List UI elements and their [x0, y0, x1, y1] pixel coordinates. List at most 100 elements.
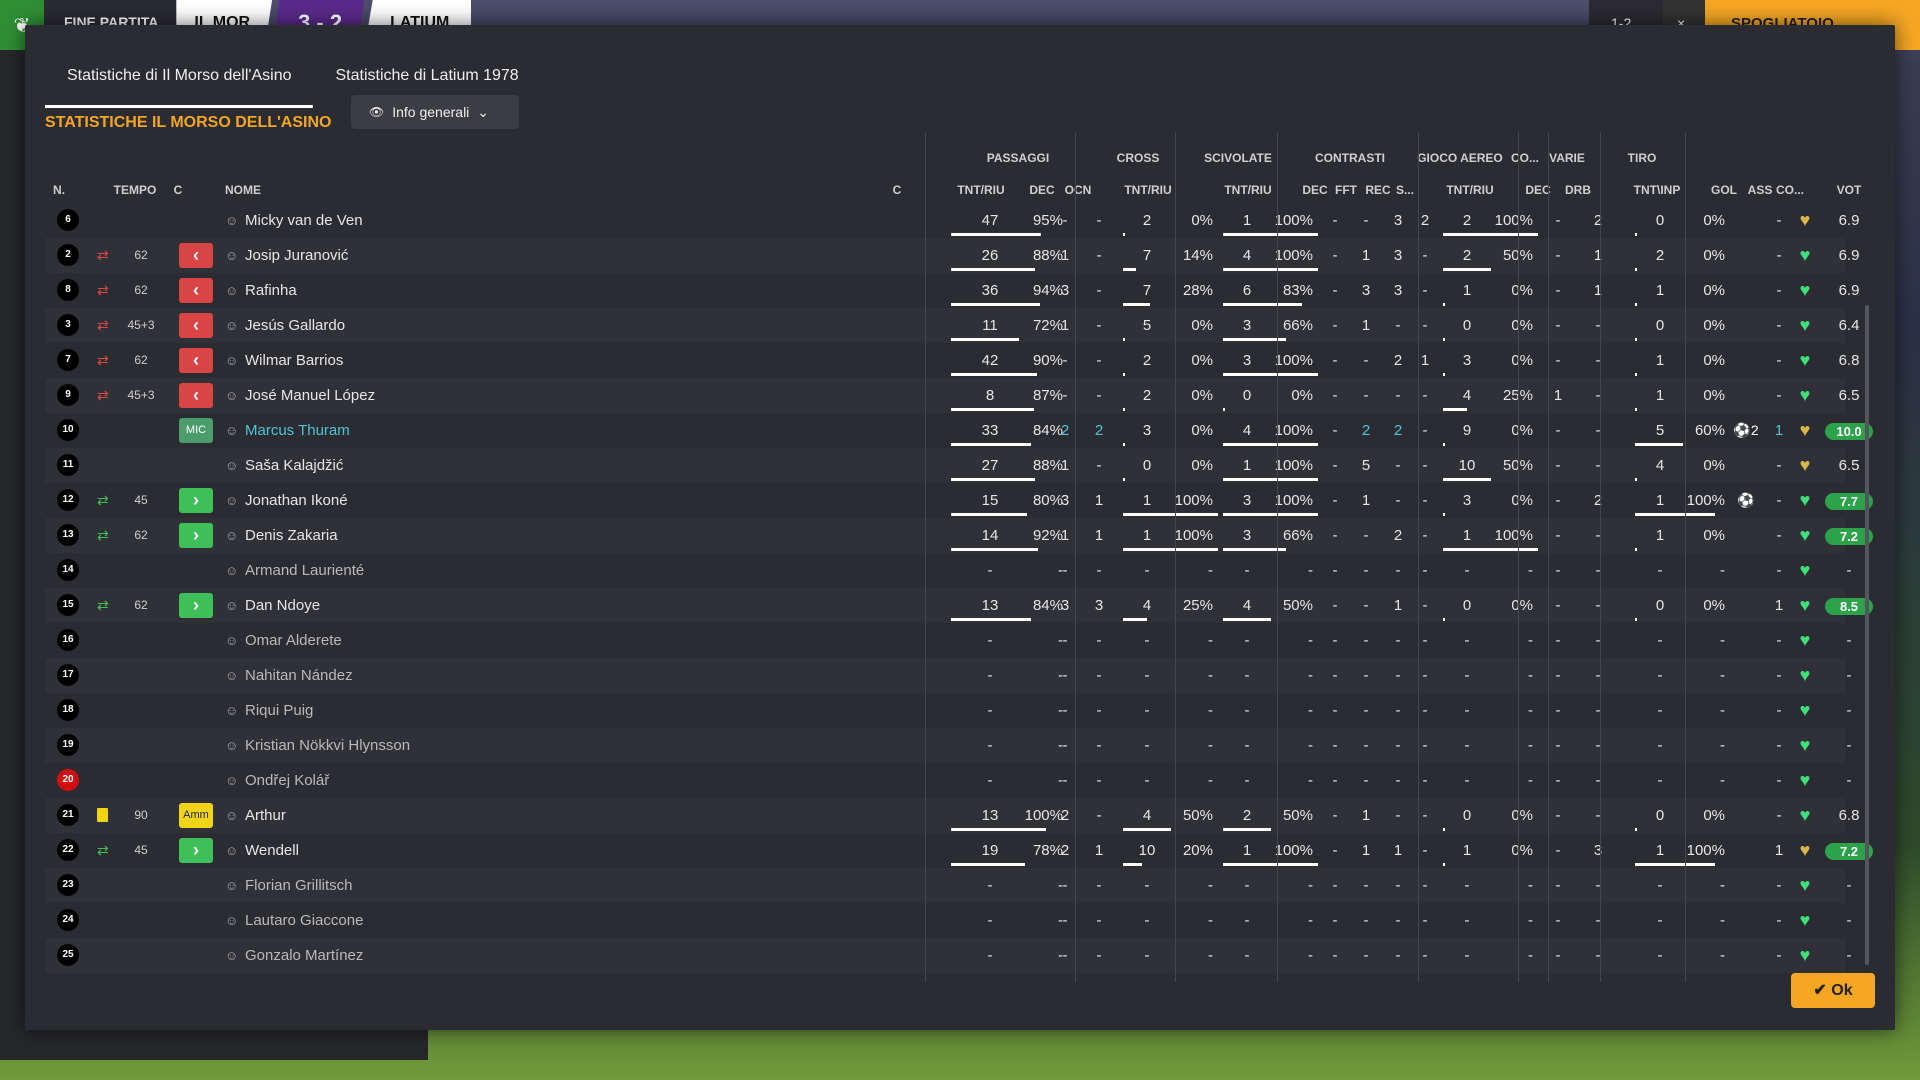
tackle-att: 0: [1242, 387, 1252, 404]
aer-bar: [1443, 443, 1445, 446]
table-row[interactable]: 3 ⇄ 45+3 ‹ ☺ Jesús Gallardo 11 72% 1-5 0% 3 66% -1- -…: [45, 308, 1859, 343]
role-badge[interactable]: ›: [179, 593, 213, 618]
role-badge[interactable]: ‹: [179, 383, 213, 408]
table-row[interactable]: 16 ☺ Omar Alderete - - - - - - - - - - - - - - - - - - - ♥ -: [45, 623, 1852, 658]
cross-att: 5: [1142, 317, 1152, 334]
col-header-ass[interactable]: ASS: [1745, 175, 1775, 205]
player-name[interactable]: Nahitan Nández: [245, 658, 605, 693]
player-name[interactable]: Lautaro Giaccone: [245, 903, 605, 938]
col-header-gol[interactable]: GOL: [1709, 175, 1739, 205]
scrollbar[interactable]: [1865, 305, 1869, 965]
player-name[interactable]: Riqui Puig: [245, 693, 605, 728]
player-name[interactable]: Florian Grillitsch: [245, 868, 605, 903]
role-badge[interactable]: Amm: [179, 803, 213, 828]
player-name[interactable]: Dan Ndoye: [245, 588, 605, 623]
role-badge[interactable]: ›: [179, 523, 213, 548]
table-row[interactable]: 8 ⇄ 62 ‹ ☺ Rafinha 36 94% 3-7 28% 6 83% -3 3-1 0% -1 1 0%…: [45, 273, 1859, 308]
pass-bar: [951, 863, 1026, 866]
table-row[interactable]: 9 ⇄ 45+3 ‹ ☺ José Manuel López 8 87% - -2 0% 0 0% - - -…: [45, 378, 1859, 413]
aer-att: -: [1464, 947, 1470, 964]
player-name[interactable]: Marcus Thuram: [245, 413, 605, 448]
con-rec: -: [1395, 492, 1401, 509]
table-row[interactable]: 19 ☺ Kristian Nökkvi Hlynsson - - - - - - - - - - - - -…: [45, 728, 1852, 763]
co-dec: -: [1555, 597, 1561, 614]
role-badge[interactable]: ‹: [179, 278, 213, 303]
player-name[interactable]: Rafinha: [245, 273, 605, 308]
player-avatar-icon: ☺: [225, 703, 239, 718]
table-row[interactable]: 14 ☺ Armand Laurienté - - - - - - - - - - - - - - - - - - - ♥ -: [45, 553, 1852, 588]
col-header-tempo[interactable]: TEMPO: [95, 175, 175, 205]
table-row[interactable]: 12 ⇄ 45 › ☺ Jonathan Ikoné 15 80% 3 1 1 100% 3 100% -1…: [45, 483, 1873, 518]
role-badge[interactable]: ‹: [179, 348, 213, 373]
con-dec: -: [1332, 772, 1338, 789]
cross-pct: -: [1208, 737, 1213, 754]
shirt-number-icon: 2: [57, 244, 79, 266]
aer-pct: 25%: [1502, 387, 1533, 404]
con-dec: -: [1332, 632, 1338, 649]
col-header-n[interactable]: N.: [53, 175, 83, 205]
table-row[interactable]: 18 ☺ Riqui Puig - - - - - - - - - - - - - - - - - - - ♥ -: [45, 693, 1852, 728]
role-badge[interactable]: ›: [179, 838, 213, 863]
player-name[interactable]: Saša Kalajdžić: [245, 448, 605, 483]
substitution-icon: ⇄: [97, 597, 109, 613]
cross-pct: 0%: [1191, 387, 1213, 404]
table-row[interactable]: 13 ⇄ 62 › ☺ Denis Zakaria 14 92% 1 1 1 100% 3 66% - -2-…: [45, 518, 1873, 553]
table-row[interactable]: 11 ☺ Saša Kalajdžić 27 88% 1-0 0% 1 100% -5- -10 50…: [45, 448, 1859, 483]
view-dropdown[interactable]: 👁 Info generali ⌄: [351, 95, 519, 129]
col-header-vot[interactable]: VOT: [1825, 175, 1873, 205]
player-name[interactable]: Gonzalo Martínez: [245, 938, 605, 973]
con-rec: 3: [1393, 247, 1403, 264]
table-row[interactable]: 7 ⇄ 62 ‹ ☺ Wilmar Barrios 42 90% - -2 0% 3 100% - -2 1 3…: [45, 343, 1859, 378]
player-avatar-icon: ☺: [225, 843, 239, 858]
table-row[interactable]: 21 90 Amm ☺ Arthur 13 100% 2-4 50% 2 50% -1- -0 0% - -0…: [45, 798, 1859, 833]
tab-home-stats[interactable]: Statistiche di Il Morso dell'Asino: [45, 55, 314, 108]
col-header-nome[interactable]: NOME: [225, 175, 305, 205]
table-row[interactable]: 17 ☺ Nahitan Nández - - - - - - - - - - - - - - - - - - - ♥ -: [45, 658, 1852, 693]
player-avatar-icon: ☺: [225, 213, 239, 228]
player-name[interactable]: Micky van de Ven: [245, 203, 605, 238]
goals: ⚽: [1737, 492, 1755, 508]
pass-dec: -: [1062, 632, 1068, 649]
role-badge[interactable]: ‹: [179, 313, 213, 338]
player-name[interactable]: Armand Laurienté: [245, 553, 605, 588]
aer-pct: -: [1528, 947, 1533, 964]
condition-icon: ♥: [1799, 280, 1811, 300]
col-header-co[interactable]: CO...: [1775, 175, 1805, 205]
col-header-c2[interactable]: C: [887, 175, 907, 205]
role-badge[interactable]: MIC: [179, 418, 213, 443]
table-row[interactable]: 24 ☺ Lautaro Giaccone - - - - - - - - - - - - - - - - - - - ♥ -: [45, 903, 1852, 938]
table-row[interactable]: 6 ☺ Micky van de Ven 47 95% - -2 0% 1 100% - -3 2 2 10…: [45, 203, 1859, 238]
role-badge[interactable]: ‹: [179, 243, 213, 268]
player-name[interactable]: Jesús Gallardo: [245, 308, 605, 343]
player-name[interactable]: Denis Zakaria: [245, 518, 605, 553]
player-name[interactable]: Jonathan Ikoné: [245, 483, 605, 518]
player-name[interactable]: José Manuel López: [245, 378, 605, 413]
ok-button[interactable]: ✔ Ok: [1791, 973, 1875, 1008]
table-row[interactable]: 22 ⇄ 45 › ☺ Wendell 19 78% 2 1 10 20% 1 100% -1 1-1 0% -3…: [45, 833, 1873, 868]
aer-pct: -: [1528, 632, 1533, 649]
col-header-c[interactable]: C: [168, 175, 188, 205]
table-row[interactable]: 25 ☺ Gonzalo Martínez - - - - - - - - - - - - - - - - - - - ♥ -: [45, 938, 1852, 973]
player-name[interactable]: Kristian Nökkvi Hlynsson: [245, 728, 605, 763]
shirt-number-icon: 14: [57, 559, 79, 581]
table-row[interactable]: 23 ☺ Florian Grillitsch - - - - - - - - - - - - - - - - - - -…: [45, 868, 1852, 903]
co-dec: -: [1555, 877, 1561, 894]
role-badge[interactable]: ›: [179, 488, 213, 513]
table-row[interactable]: 10 MIC ☺ Marcus Thuram 33 84% 2 2 3 0% 4 100% -2 2-9 0…: [45, 413, 1873, 448]
table-row[interactable]: 15 ⇄ 62 › ☺ Dan Ndoye 13 84% 3 3 4 25% 4 50% - -1-0 0% - -…: [45, 588, 1873, 623]
table-row[interactable]: 20 ☺ Ondřej Kolář - - - - - - - - - - - - - - - - - - - ♥ -: [45, 763, 1852, 798]
player-name[interactable]: Omar Alderete: [245, 623, 605, 658]
aer-pct: 50%: [1502, 457, 1533, 474]
shot-att: 1: [1655, 352, 1665, 369]
player-name[interactable]: Wendell: [245, 833, 605, 868]
tackle-att: -: [1244, 667, 1250, 684]
player-name[interactable]: Wilmar Barrios: [245, 343, 605, 378]
player-name[interactable]: Arthur: [245, 798, 605, 833]
player-name[interactable]: Ondřej Kolář: [245, 763, 605, 798]
column-divider: [1685, 132, 1686, 982]
table-row[interactable]: 2 ⇄ 62 ‹ ☺ Josip Juranović 26 88% 1-7 14% 4 100% -1 3…: [45, 238, 1859, 273]
con-rec: -: [1395, 317, 1401, 334]
player-name[interactable]: Josip Juranović: [245, 238, 605, 273]
cross-att: -: [1144, 877, 1150, 894]
tackle-bar: [1223, 478, 1318, 481]
